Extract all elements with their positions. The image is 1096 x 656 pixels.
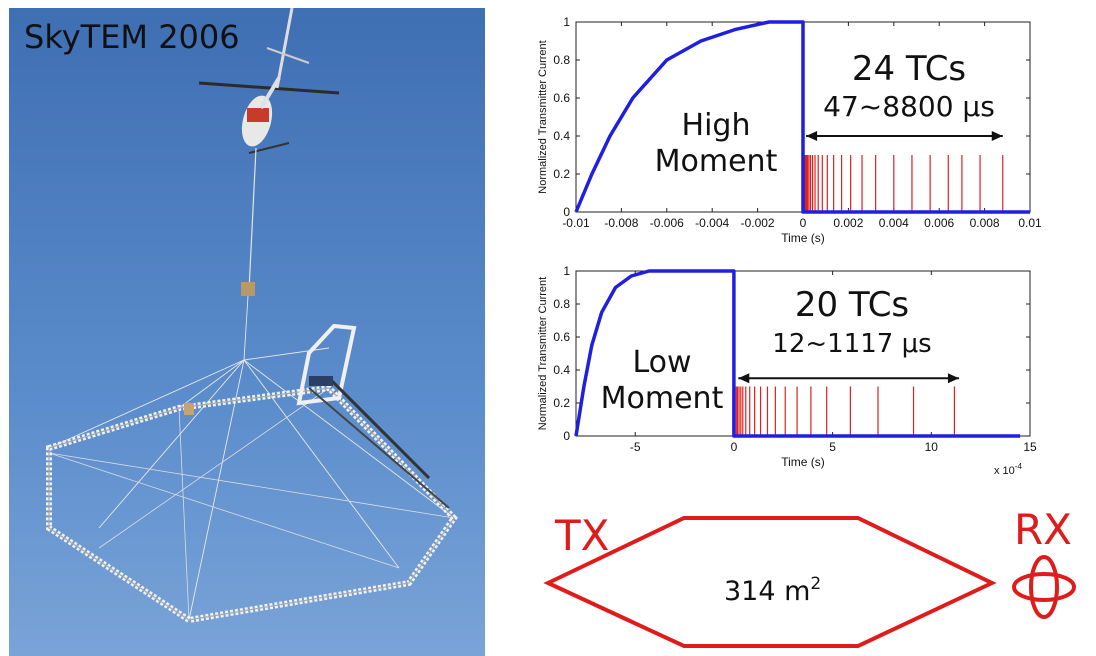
low-moment-label-line1: Low: [632, 345, 691, 380]
low-ytick-label: 0.4: [553, 363, 570, 377]
low-xtick-label: 15: [1023, 440, 1037, 454]
high-xtick-label: -0.006: [650, 216, 684, 230]
high-ytick-label: 0.2: [553, 167, 570, 181]
high-xlabel: Time (s): [781, 231, 825, 245]
photo-title: SkyTEM 2006: [24, 18, 240, 56]
low-ytick-label: 0.6: [553, 330, 570, 344]
low-x-multiplier: x 10-4: [994, 462, 1022, 477]
frame-node: [184, 403, 194, 415]
high-xtick-label: 0.002: [833, 216, 863, 230]
low-x-multiplier-exp: -4: [1015, 462, 1023, 471]
high-xtick-label: 0: [800, 216, 807, 230]
low-ytick-label: 0: [563, 429, 570, 443]
sky-background: [9, 8, 485, 656]
low-xtick-label: 5: [829, 440, 836, 454]
high-xtick-label: -0.004: [695, 216, 729, 230]
high-moment-label-line2: Moment: [655, 144, 778, 179]
high-ytick-label: 1: [563, 15, 570, 29]
low-xtick-label: 10: [925, 440, 939, 454]
high-xtick-label: 0.004: [879, 216, 909, 230]
high-xtick-label: -0.01: [562, 216, 590, 230]
low-xtick-label: -5: [630, 440, 641, 454]
high-xtick-label: 0.01: [1018, 216, 1042, 230]
low-xlabel: Time (s): [781, 455, 825, 469]
high-time-range-label: 47~8800 μs: [823, 90, 995, 123]
chart-low-moment: 0 0.2 0.4 0.6 0.8 1 -5 0 5 10 15 Time (s) Normalized…: [537, 264, 1037, 477]
low-ytick-label: 1: [563, 264, 570, 278]
high-xtick-label: -0.008: [604, 216, 638, 230]
loop-area-unit-exp: 2: [810, 574, 821, 594]
low-tc-count-label: 20 TCs: [795, 285, 909, 325]
low-xtick-label: 0: [731, 440, 738, 454]
rx-coil-icon: [1012, 555, 1076, 619]
high-ytick-label: 0.8: [553, 53, 570, 67]
high-xtick-label: -0.002: [741, 216, 775, 230]
high-ytick-label: 0.6: [553, 91, 570, 105]
high-xtick-label: 0.008: [970, 216, 1000, 230]
rx-label: RX: [1014, 505, 1072, 554]
skytem-photo: [9, 8, 485, 656]
high-xtick-label: 0.006: [924, 216, 954, 230]
high-ytick-label: 0.4: [553, 129, 570, 143]
loop-area: 314 m2: [724, 574, 821, 607]
tow-weight: [241, 282, 255, 296]
high-ylabel: Normalized Transmitter Current: [537, 40, 549, 193]
loop-area-value: 314 m: [724, 576, 810, 607]
chart-high-moment: 0 0.2 0.4 0.6 0.8 1 -0.01 -0.008 -0.006 -0.004 -0.…: [537, 15, 1042, 245]
low-ytick-label: 0.2: [553, 396, 570, 410]
tx-label: TX: [554, 511, 609, 560]
high-tc-count-label: 24 TCs: [852, 49, 966, 89]
low-moment-label-line2: Moment: [601, 381, 724, 416]
low-time-range-label: 12~1117 μs: [772, 329, 931, 359]
low-ylabel: Normalized Transmitter Current: [537, 277, 549, 430]
low-ytick-label: 0.8: [553, 297, 570, 311]
high-moment-label-line1: High: [682, 108, 751, 143]
loop-diagram: TX RX 314 m2: [543, 505, 1076, 648]
